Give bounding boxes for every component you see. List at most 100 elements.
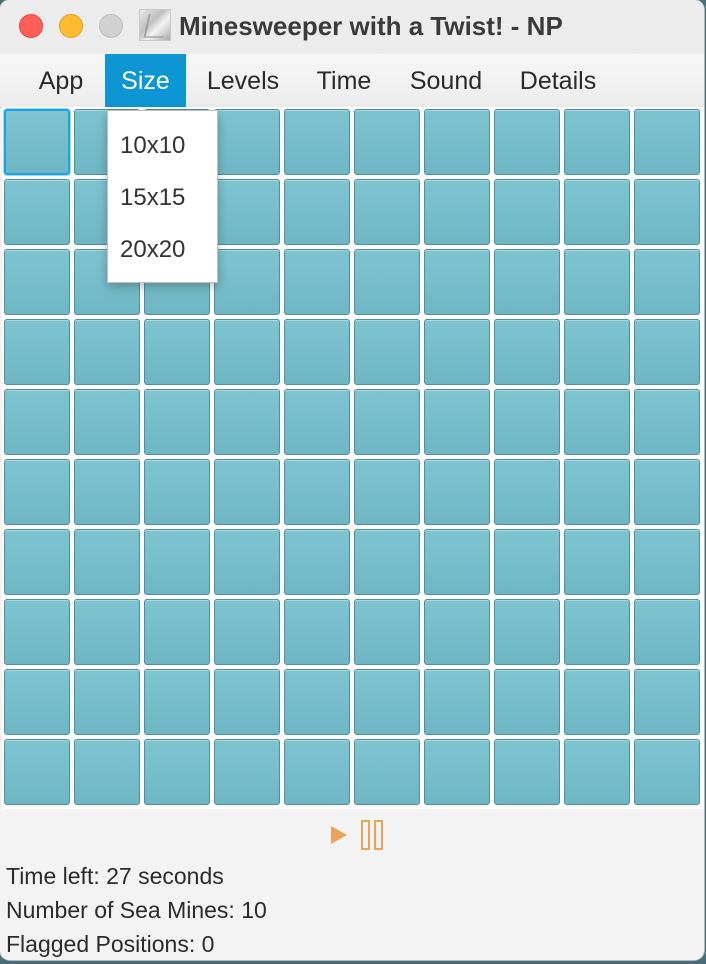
grid-cell[interactable] xyxy=(354,389,420,455)
grid-cell[interactable] xyxy=(4,529,70,595)
grid-cell[interactable] xyxy=(494,599,560,665)
grid-cell[interactable] xyxy=(424,529,490,595)
grid-cell[interactable] xyxy=(74,739,140,805)
menu-size[interactable]: Size xyxy=(105,54,186,107)
size-option-10x10[interactable]: 10x10 xyxy=(108,120,217,172)
grid-cell[interactable] xyxy=(284,529,350,595)
grid-cell[interactable] xyxy=(74,669,140,735)
grid-cell[interactable] xyxy=(564,739,630,805)
menu-levels[interactable]: Levels xyxy=(194,54,292,107)
grid-cell[interactable] xyxy=(354,459,420,525)
grid-cell[interactable] xyxy=(4,249,70,315)
grid-cell[interactable] xyxy=(4,179,70,245)
menu-details[interactable]: Details xyxy=(508,54,608,107)
zoom-window-button[interactable] xyxy=(99,14,123,38)
grid-cell[interactable] xyxy=(144,389,210,455)
grid-cell[interactable] xyxy=(144,669,210,735)
grid-cell[interactable] xyxy=(424,319,490,385)
grid-cell[interactable] xyxy=(424,739,490,805)
grid-cell[interactable] xyxy=(564,249,630,315)
grid-cell[interactable] xyxy=(354,319,420,385)
grid-cell[interactable] xyxy=(424,459,490,525)
grid-cell[interactable] xyxy=(424,109,490,175)
grid-cell[interactable] xyxy=(424,179,490,245)
menu-sound[interactable]: Sound xyxy=(398,54,494,107)
grid-cell[interactable] xyxy=(214,179,280,245)
grid-cell[interactable] xyxy=(494,319,560,385)
grid-cell[interactable] xyxy=(564,599,630,665)
size-option-20x20[interactable]: 20x20 xyxy=(108,224,217,276)
grid-cell[interactable] xyxy=(74,529,140,595)
grid-cell[interactable] xyxy=(284,179,350,245)
grid-cell[interactable] xyxy=(284,319,350,385)
grid-cell[interactable] xyxy=(354,529,420,595)
grid-cell[interactable] xyxy=(494,249,560,315)
minimize-window-button[interactable] xyxy=(59,14,83,38)
grid-cell[interactable] xyxy=(424,669,490,735)
grid-cell[interactable] xyxy=(284,389,350,455)
grid-cell[interactable] xyxy=(634,669,700,735)
grid-cell[interactable] xyxy=(494,459,560,525)
grid-cell[interactable] xyxy=(4,459,70,525)
grid-cell[interactable] xyxy=(74,599,140,665)
grid-cell[interactable] xyxy=(214,739,280,805)
grid-cell[interactable] xyxy=(74,389,140,455)
menu-time[interactable]: Time xyxy=(304,54,384,107)
grid-cell[interactable] xyxy=(564,459,630,525)
grid-cell[interactable] xyxy=(214,249,280,315)
grid-cell[interactable] xyxy=(284,109,350,175)
grid-cell[interactable] xyxy=(424,389,490,455)
grid-cell[interactable] xyxy=(354,249,420,315)
grid-cell[interactable] xyxy=(634,319,700,385)
grid-cell[interactable] xyxy=(74,459,140,525)
grid-cell[interactable] xyxy=(564,389,630,455)
grid-cell[interactable] xyxy=(4,109,70,175)
grid-cell[interactable] xyxy=(424,249,490,315)
grid-cell[interactable] xyxy=(564,319,630,385)
grid-cell[interactable] xyxy=(494,109,560,175)
grid-cell[interactable] xyxy=(4,599,70,665)
close-window-button[interactable] xyxy=(19,14,43,38)
grid-cell[interactable] xyxy=(634,249,700,315)
size-option-15x15[interactable]: 15x15 xyxy=(108,172,217,224)
grid-cell[interactable] xyxy=(634,459,700,525)
grid-cell[interactable] xyxy=(214,529,280,595)
grid-cell[interactable] xyxy=(494,389,560,455)
grid-cell[interactable] xyxy=(634,739,700,805)
grid-cell[interactable] xyxy=(214,459,280,525)
grid-cell[interactable] xyxy=(424,599,490,665)
grid-cell[interactable] xyxy=(144,459,210,525)
grid-cell[interactable] xyxy=(144,319,210,385)
grid-cell[interactable] xyxy=(494,739,560,805)
grid-cell[interactable] xyxy=(214,599,280,665)
grid-cell[interactable] xyxy=(144,529,210,595)
grid-cell[interactable] xyxy=(284,739,350,805)
grid-cell[interactable] xyxy=(284,459,350,525)
grid-cell[interactable] xyxy=(354,669,420,735)
grid-cell[interactable] xyxy=(4,389,70,455)
grid-cell[interactable] xyxy=(564,109,630,175)
grid-cell[interactable] xyxy=(214,109,280,175)
grid-cell[interactable] xyxy=(144,739,210,805)
grid-cell[interactable] xyxy=(284,249,350,315)
grid-cell[interactable] xyxy=(634,599,700,665)
grid-cell[interactable] xyxy=(4,319,70,385)
grid-cell[interactable] xyxy=(634,179,700,245)
grid-cell[interactable] xyxy=(494,529,560,595)
grid-cell[interactable] xyxy=(494,179,560,245)
play-icon[interactable] xyxy=(326,822,352,848)
grid-cell[interactable] xyxy=(494,669,560,735)
grid-cell[interactable] xyxy=(634,529,700,595)
pause-icon[interactable] xyxy=(358,818,388,852)
grid-cell[interactable] xyxy=(564,669,630,735)
grid-cell[interactable] xyxy=(634,109,700,175)
grid-cell[interactable] xyxy=(4,739,70,805)
grid-cell[interactable] xyxy=(354,739,420,805)
title-bar[interactable]: Minesweeper with a Twist! - NP xyxy=(0,0,704,55)
grid-cell[interactable] xyxy=(564,529,630,595)
grid-cell[interactable] xyxy=(214,319,280,385)
grid-cell[interactable] xyxy=(354,109,420,175)
grid-cell[interactable] xyxy=(564,179,630,245)
menu-app[interactable]: App xyxy=(18,54,104,107)
grid-cell[interactable] xyxy=(354,599,420,665)
